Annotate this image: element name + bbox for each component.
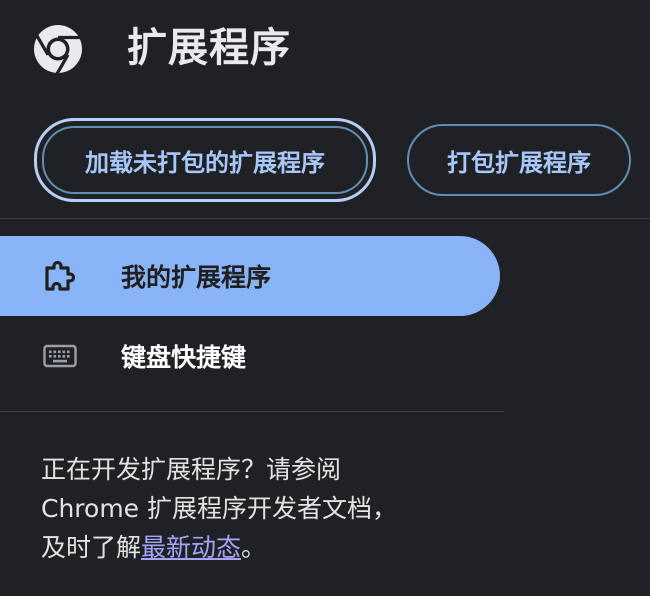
developer-promo: 正在开发扩展程序？请参阅 Chrome 扩展程序开发者文档， 及时了解最新动态。 <box>41 450 511 567</box>
sidebar-item-my-extensions[interactable]: 我的扩展程序 <box>0 236 500 316</box>
sidebar-item-keyboard-shortcuts[interactable]: 键盘快捷键 <box>0 316 500 396</box>
page-title: 扩展程序 <box>127 25 291 71</box>
sidebar-item-label: 我的扩展程序 <box>121 263 272 292</box>
header-divider <box>0 218 650 219</box>
sidebar-item-label: 键盘快捷键 <box>121 343 247 372</box>
header: 扩展程序 <box>0 0 650 110</box>
load-unpacked-button[interactable]: 加载未打包的扩展程序 <box>34 118 376 202</box>
keyboard-icon <box>43 339 77 373</box>
latest-news-link[interactable]: 最新动态 <box>141 533 241 562</box>
promo-text: 。 <box>241 533 267 562</box>
chrome-logo-icon <box>34 25 82 74</box>
pack-extension-button[interactable]: 打包扩展程序 <box>407 124 631 196</box>
promo-text: 及时了解 <box>41 533 142 562</box>
promo-line: Chrome 扩展程序开发者文档， <box>41 494 398 523</box>
promo-line: 正在开发扩展程序？请参阅 <box>41 455 342 484</box>
sidebar-divider <box>0 411 504 412</box>
puzzle-piece-icon <box>43 259 77 293</box>
promo-line: 及时了解最新动态。 <box>41 528 511 567</box>
